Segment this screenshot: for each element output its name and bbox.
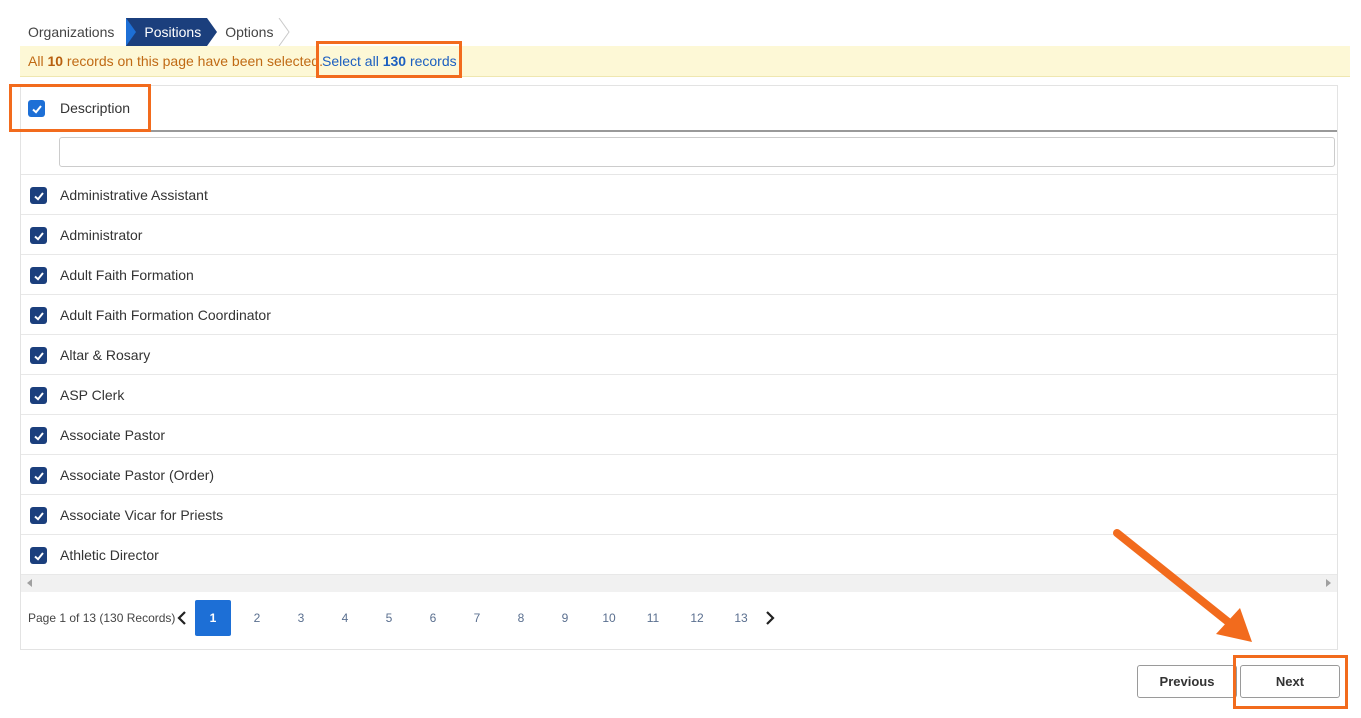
selection-message: All 10 records on this page have been se… <box>28 46 323 76</box>
check-icon <box>33 271 44 281</box>
row-description: Altar & Rosary <box>60 347 151 363</box>
row-checkbox[interactable] <box>30 187 47 204</box>
page-6-button[interactable]: 6 <box>415 600 451 636</box>
check-icon <box>33 351 44 361</box>
banner-suffix: records on this page have been selected. <box>63 53 323 69</box>
table-row[interactable]: Altar & Rosary <box>21 335 1337 375</box>
description-filter-input[interactable] <box>59 137 1335 167</box>
step-organizations[interactable]: Organizations <box>20 18 122 46</box>
table-row[interactable]: Administrator <box>21 215 1337 255</box>
table-row[interactable]: Adult Faith Formation <box>21 255 1337 295</box>
page-8-button[interactable]: 8 <box>503 600 539 636</box>
banner-page-count: 10 <box>47 53 64 69</box>
row-checkbox[interactable] <box>30 387 47 404</box>
row-description: Athletic Director <box>60 547 159 563</box>
step-label: Positions <box>144 24 202 40</box>
highlight-next-button <box>1233 655 1348 709</box>
scroll-left-icon[interactable] <box>27 579 32 587</box>
check-icon <box>33 511 44 521</box>
row-description: Adult Faith Formation Coordinator <box>60 307 271 323</box>
table-row[interactable]: Adult Faith Formation Coordinator <box>21 295 1337 335</box>
pager: Page 1 of 13 (130 Records) 1 2 3 4 5 6 7 8 9 10 11… <box>21 600 1337 636</box>
selection-banner: All 10 records on this page have been se… <box>20 46 1350 77</box>
pager-info: Page 1 of 13 (130 Records) <box>28 611 176 625</box>
table-row[interactable]: ASP Clerk <box>21 375 1337 415</box>
scroll-right-icon[interactable] <box>1326 579 1331 587</box>
row-description: Associate Pastor <box>60 427 166 443</box>
row-checkbox[interactable] <box>30 467 47 484</box>
table-row[interactable]: Administrative Assistant <box>21 175 1337 215</box>
table-row[interactable]: Associate Pastor <box>21 415 1337 455</box>
check-icon <box>33 391 44 401</box>
row-description: Associate Vicar for Priests <box>60 507 224 523</box>
check-icon <box>33 231 44 241</box>
row-description: Associate Pastor (Order) <box>60 467 215 483</box>
step-positions[interactable]: Positions <box>126 18 217 46</box>
filter-row <box>21 132 1337 175</box>
highlight-description-header <box>9 84 151 132</box>
row-checkbox[interactable] <box>30 307 47 324</box>
horizontal-scrollbar[interactable] <box>21 575 1337 592</box>
banner-prefix: All <box>28 53 48 69</box>
row-checkbox[interactable] <box>30 547 47 564</box>
page-2-button[interactable]: 2 <box>239 600 275 636</box>
row-checkbox[interactable] <box>30 347 47 364</box>
page-1-button[interactable]: 1 <box>195 600 231 636</box>
page-12-button[interactable]: 12 <box>679 600 715 636</box>
page-3-button[interactable]: 3 <box>283 600 319 636</box>
check-icon <box>33 311 44 321</box>
step-label: Options <box>225 24 274 40</box>
wizard-steps: Organizations Positions Options <box>20 18 291 46</box>
row-description: Administrative Assistant <box>60 187 208 203</box>
page-10-button[interactable]: 10 <box>591 600 627 636</box>
page-13-button[interactable]: 13 <box>723 600 759 636</box>
page-7-button[interactable]: 7 <box>459 600 495 636</box>
check-icon <box>33 191 44 201</box>
row-description: ASP Clerk <box>60 387 125 403</box>
prev-page-icon[interactable] <box>176 610 188 626</box>
step-chevron-icon <box>279 18 291 46</box>
step-options[interactable]: Options <box>207 18 291 46</box>
page-9-button[interactable]: 9 <box>547 600 583 636</box>
table-row[interactable]: Athletic Director <box>21 535 1337 575</box>
check-icon <box>33 431 44 441</box>
page-11-button[interactable]: 11 <box>635 600 671 636</box>
step-label: Organizations <box>28 24 115 40</box>
table-body: Administrative Assistant Administrator Adu… <box>21 175 1337 575</box>
highlight-select-all <box>316 41 462 78</box>
check-icon <box>33 471 44 481</box>
row-description: Adult Faith Formation <box>60 267 194 283</box>
row-checkbox[interactable] <box>30 507 47 524</box>
next-page-icon[interactable] <box>764 610 776 626</box>
row-checkbox[interactable] <box>30 227 47 244</box>
table-header: Description <box>21 86 1337 132</box>
check-icon <box>33 551 44 561</box>
page-4-button[interactable]: 4 <box>327 600 363 636</box>
page-5-button[interactable]: 5 <box>371 600 407 636</box>
row-checkbox[interactable] <box>30 267 47 284</box>
previous-button[interactable]: Previous <box>1137 665 1237 698</box>
table-row[interactable]: Associate Vicar for Priests <box>21 495 1337 535</box>
row-checkbox[interactable] <box>30 427 47 444</box>
row-description: Administrator <box>60 227 143 243</box>
positions-table: Description Administrative Assistant Admi… <box>20 85 1338 650</box>
table-row[interactable]: Associate Pastor (Order) <box>21 455 1337 495</box>
